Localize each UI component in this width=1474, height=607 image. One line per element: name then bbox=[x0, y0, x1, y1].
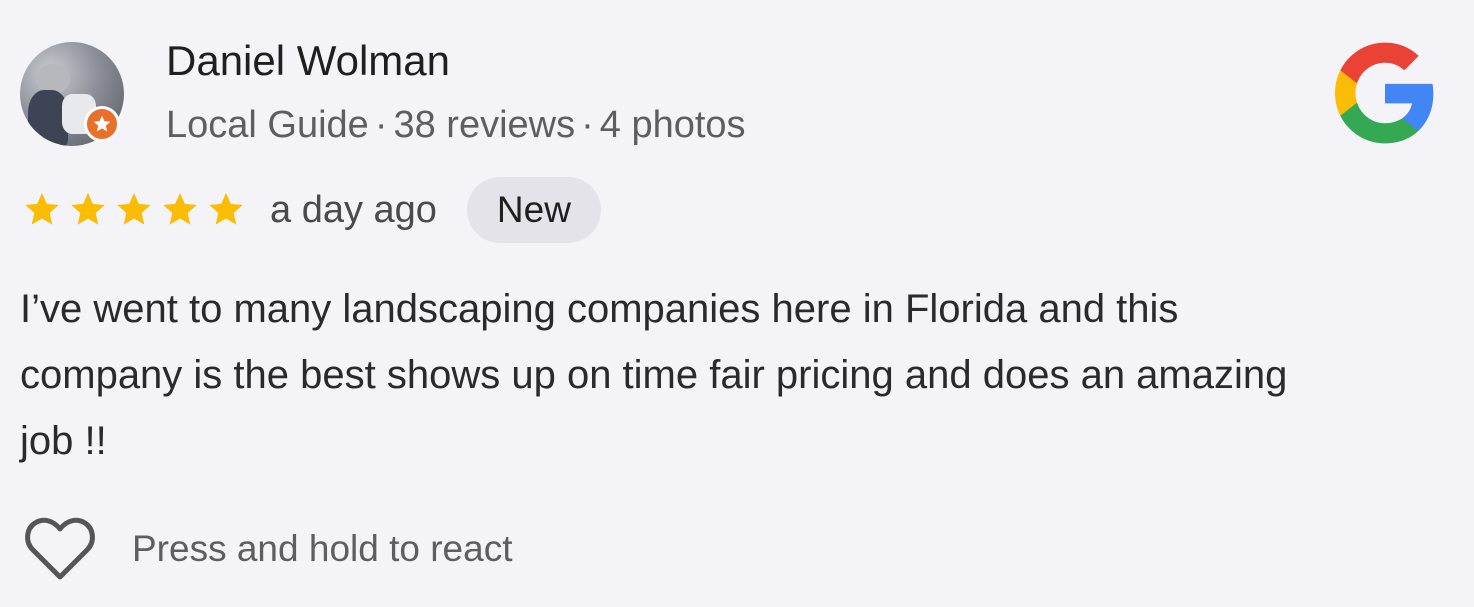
star-rating bbox=[22, 190, 246, 230]
star-icon bbox=[117, 193, 151, 225]
star-icon bbox=[209, 193, 243, 225]
author-photos-count: 4 photos bbox=[599, 104, 746, 146]
author-role: Local Guide bbox=[166, 104, 369, 146]
star-icon bbox=[71, 193, 105, 225]
google-g-logo bbox=[1335, 42, 1434, 144]
author-meta: Local Guide · 38 reviews · 4 photos bbox=[166, 102, 746, 148]
author-name[interactable]: Daniel Wolman bbox=[166, 36, 450, 86]
star-icon bbox=[163, 193, 197, 225]
meta-separator: · bbox=[581, 104, 594, 146]
new-badge: New bbox=[466, 177, 601, 243]
review-text: I’ve went to many landscaping companies … bbox=[20, 287, 1288, 463]
heart-outline-icon[interactable] bbox=[24, 516, 96, 582]
review-date: a day ago bbox=[270, 188, 437, 231]
local-guide-star-icon bbox=[84, 106, 120, 142]
react-row: Press and hold to react bbox=[24, 516, 513, 582]
react-label[interactable]: Press and hold to react bbox=[132, 528, 513, 570]
meta-separator: · bbox=[374, 104, 388, 146]
review-card: Daniel Wolman Local Guide · 38 reviews · 4 p… bbox=[0, 0, 1474, 607]
author-reviews-count: 38 reviews bbox=[393, 104, 576, 146]
star-icon bbox=[25, 193, 59, 225]
rating-row: a day ago New bbox=[22, 177, 601, 243]
